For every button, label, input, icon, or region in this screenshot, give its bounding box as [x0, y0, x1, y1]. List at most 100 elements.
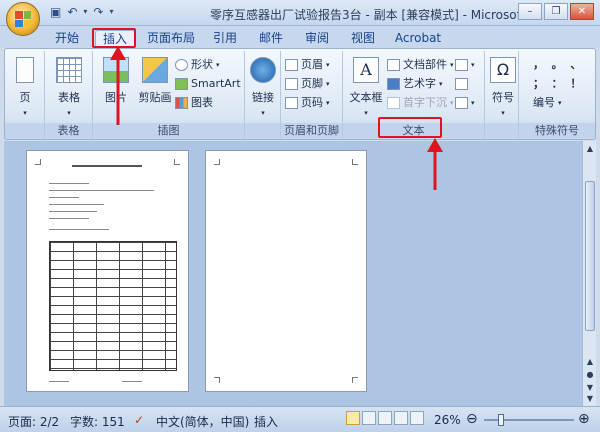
- doc-text-line: [49, 204, 104, 205]
- office-button[interactable]: [6, 2, 40, 36]
- smartart-icon: [175, 78, 188, 90]
- doc-title-line: [72, 165, 142, 167]
- zoom-in-icon[interactable]: ⊕: [578, 411, 590, 427]
- group-special-symbols-label: 特殊符号: [519, 123, 595, 138]
- window-controls: – ❐ ✕: [518, 3, 594, 20]
- minimize-button[interactable]: –: [518, 3, 542, 20]
- insert-mode[interactable]: 插入: [254, 413, 278, 430]
- clipart-button[interactable]: 剪贴画: [133, 57, 177, 105]
- chevron-down-icon: ▾: [501, 109, 505, 117]
- view-buttons[interactable]: [346, 411, 424, 425]
- zoom-out-icon[interactable]: ⊖: [466, 411, 478, 427]
- group-links-label: [245, 123, 280, 138]
- outline-view-icon[interactable]: [394, 411, 408, 425]
- pages-button[interactable]: 页 ▾: [8, 57, 42, 118]
- document-workspace[interactable]: [4, 141, 582, 406]
- header-icon: [285, 59, 298, 71]
- full-screen-view-icon[interactable]: [362, 411, 376, 425]
- tab-review[interactable]: 审阅: [302, 30, 332, 48]
- language-status[interactable]: 中文(简体，中国): [156, 413, 249, 430]
- zoom-level[interactable]: 26%: [434, 413, 461, 427]
- special-symbols-row-2[interactable]: ； ： ！: [533, 76, 581, 92]
- shapes-button[interactable]: 形状 ▾: [175, 57, 220, 73]
- smartart-button[interactable]: SmartArt: [175, 76, 241, 92]
- omega-icon: Ω: [490, 57, 516, 83]
- doc-text-line: [49, 183, 89, 184]
- shapes-icon: [175, 59, 188, 71]
- picture-icon: [103, 57, 129, 83]
- scrollbar-thumb[interactable]: [585, 181, 595, 331]
- object-button[interactable]: ▾: [455, 95, 475, 111]
- zoom-slider-thumb[interactable]: [498, 414, 504, 426]
- dropcap-icon: [387, 97, 400, 109]
- document-page-2[interactable]: [205, 150, 367, 392]
- page-number-button[interactable]: 页码 ▾: [285, 95, 330, 111]
- word-count[interactable]: 字数: 151: [70, 413, 125, 430]
- chevron-down-icon: ▾: [216, 61, 220, 69]
- browse-object-icon[interactable]: ●: [585, 369, 595, 381]
- number-button[interactable]: 编号 ▾: [533, 95, 562, 111]
- textbox-button[interactable]: A 文本框 ▾: [347, 57, 385, 118]
- doc-text-line: [49, 197, 79, 198]
- signature-line-button[interactable]: ▾: [455, 57, 475, 73]
- chart-button[interactable]: 图表: [175, 95, 213, 111]
- tab-references[interactable]: 引用: [210, 30, 240, 48]
- window-title: 零序互感器出厂试验报告3台 - 副本 [兼容模式] - Microsoft W.…: [210, 8, 552, 22]
- object-icon: [455, 97, 468, 109]
- quick-parts-icon: [387, 59, 400, 71]
- print-layout-view-icon[interactable]: [346, 411, 360, 425]
- web-layout-view-icon[interactable]: [378, 411, 392, 425]
- picture-button[interactable]: 图片: [99, 57, 133, 105]
- highlight-text-group: [378, 117, 442, 138]
- footer-button[interactable]: 页脚 ▾: [285, 76, 330, 92]
- chevron-down-icon: ▾: [23, 109, 27, 117]
- header-button[interactable]: 页眉 ▾: [285, 57, 330, 73]
- number-label: 编号: [533, 96, 555, 109]
- quick-parts-button[interactable]: 文档部件 ▾: [387, 57, 454, 73]
- scroll-up-icon[interactable]: ▲: [585, 143, 595, 155]
- doc-text-line: [49, 190, 154, 191]
- undo-icon[interactable]: ↶: [67, 5, 77, 19]
- save-icon[interactable]: ▣: [50, 5, 61, 19]
- group-header-footer: 页眉 ▾ 页脚 ▾ 页码 ▾ 页眉和页脚: [281, 51, 343, 138]
- date-time-button[interactable]: [455, 76, 468, 92]
- wordart-icon: [387, 78, 400, 90]
- tab-mailings[interactable]: 邮件: [256, 30, 286, 48]
- dropdown-icon[interactable]: ▾: [83, 5, 87, 19]
- customize-qat-icon[interactable]: ▾: [109, 5, 113, 19]
- scroll-down-icon[interactable]: ▼: [585, 393, 595, 405]
- links-button[interactable]: 链接 ▾: [246, 57, 280, 118]
- textbox-label: 文本框: [349, 91, 383, 104]
- chevron-down-icon: ▾: [471, 99, 475, 107]
- special-symbols-row-1[interactable]: ， 。 、: [533, 57, 581, 73]
- chart-icon: [175, 97, 188, 109]
- doc-text-line: [49, 211, 97, 212]
- group-illustrations-label: 插图: [93, 123, 244, 138]
- clipart-label: 剪贴画: [138, 91, 172, 104]
- tab-acrobat[interactable]: Acrobat: [392, 30, 444, 48]
- proofing-icon[interactable]: ✓: [134, 413, 144, 427]
- page-count[interactable]: 页面: 2/2: [8, 413, 59, 430]
- page-number-label: 页码: [301, 96, 323, 109]
- footer-icon: [285, 78, 298, 90]
- table-button[interactable]: 表格 ▾: [52, 57, 86, 118]
- wordart-button[interactable]: 艺术字 ▾: [387, 76, 443, 92]
- symbol-button[interactable]: Ω 符号 ▾: [486, 57, 520, 118]
- tab-page-layout[interactable]: 页面布局: [146, 30, 196, 48]
- doc-text-line: [122, 381, 142, 382]
- restore-button[interactable]: ❐: [544, 3, 568, 20]
- tab-home[interactable]: 开始: [50, 30, 84, 48]
- prev-page-icon[interactable]: ▲: [585, 356, 595, 368]
- vertical-scrollbar[interactable]: ▲ ▲ ● ▼ ▼: [582, 141, 596, 406]
- clipart-icon: [142, 57, 168, 83]
- draft-view-icon[interactable]: [410, 411, 424, 425]
- date-time-icon: [455, 78, 468, 90]
- chevron-down-icon: ▾: [558, 99, 562, 107]
- group-illustrations: 图片 剪贴画 形状 ▾ SmartArt 图表 插图: [93, 51, 245, 138]
- close-button[interactable]: ✕: [570, 3, 594, 20]
- tab-view[interactable]: 视图: [348, 30, 378, 48]
- document-page-1[interactable]: [26, 150, 189, 392]
- quick-parts-label: 文档部件: [403, 58, 447, 71]
- redo-icon[interactable]: ↷: [93, 5, 103, 19]
- page-number-icon: [285, 97, 298, 109]
